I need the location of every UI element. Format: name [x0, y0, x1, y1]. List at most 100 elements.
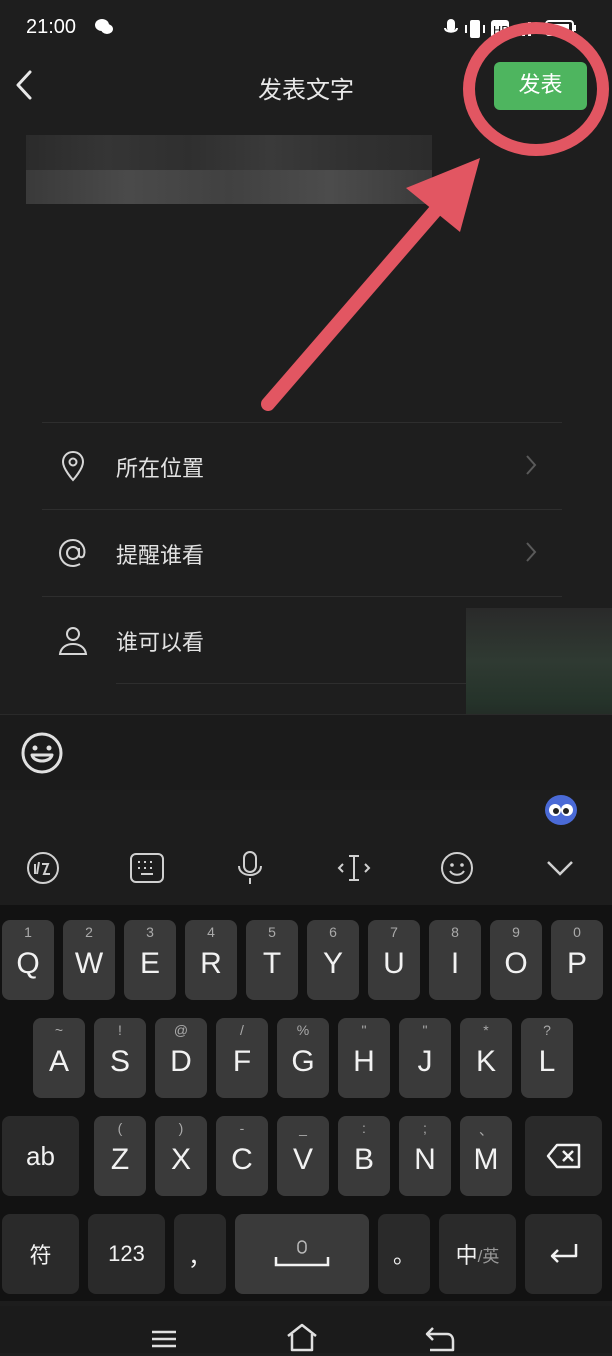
key-hint: ): [178, 1120, 184, 1136]
key-b[interactable]: :B: [338, 1116, 390, 1196]
keyboard-switch-button[interactable]: [112, 832, 182, 904]
key-label: N: [414, 1143, 436, 1176]
space-key[interactable]: [235, 1214, 369, 1294]
option-location[interactable]: 所在位置: [42, 423, 562, 509]
key-s[interactable]: ! S: [94, 1018, 146, 1098]
backspace-icon: [546, 1143, 580, 1169]
key-n[interactable]: ; N: [399, 1116, 451, 1196]
key-hint: @: [173, 1022, 189, 1038]
cursor-button[interactable]: [319, 832, 389, 904]
key-label: B: [353, 1143, 374, 1176]
key-area: 1Q 2W 3E 4R 5T 6Y 7U 8I 9O 0P ~ A ! S @ D /…: [0, 905, 612, 1301]
assistant-icon[interactable]: [544, 794, 578, 830]
chevron-down-icon: [547, 861, 573, 876]
space-mic-icon: [274, 1240, 330, 1267]
menu-icon: [152, 1330, 176, 1348]
voice-input-button[interactable]: [215, 832, 285, 904]
key-c[interactable]: -C: [216, 1116, 268, 1196]
key-p[interactable]: 0P: [551, 920, 603, 1000]
key-hint: ": [361, 1022, 367, 1038]
key-k[interactable]: * K: [460, 1018, 512, 1098]
shift-key[interactable]: ab: [2, 1116, 79, 1196]
microphone-icon: [238, 851, 262, 884]
key-u[interactable]: 7U: [368, 920, 420, 1000]
key-z[interactable]: (Z: [94, 1116, 146, 1196]
chevron-right-icon: [524, 540, 538, 564]
key-label: D: [170, 1045, 192, 1078]
key-hint: !: [118, 1022, 122, 1038]
key-label: A: [48, 1045, 69, 1078]
key-l[interactable]: ? L: [521, 1018, 573, 1098]
symbol-key[interactable]: 符: [2, 1214, 79, 1294]
cursor-icon: [337, 855, 371, 881]
option-visibility-label: 谁可以看: [116, 631, 205, 656]
chevron-right-icon: [524, 453, 538, 477]
key-label: O: [504, 947, 528, 980]
key-y[interactable]: 6Y: [307, 920, 359, 1000]
key-hint: 1: [24, 924, 32, 940]
key-hint: ?: [543, 1022, 551, 1038]
enter-key[interactable]: [525, 1214, 602, 1294]
key-hint: (: [117, 1120, 123, 1136]
option-remind[interactable]: 提醒谁看: [42, 510, 562, 596]
emoji-keyboard-button[interactable]: [422, 832, 492, 904]
key-f[interactable]: / F: [216, 1018, 268, 1098]
backspace-key[interactable]: [525, 1116, 602, 1196]
key-label: Y: [322, 947, 343, 980]
key-label: M: [473, 1143, 499, 1176]
key-label: L: [538, 1045, 556, 1078]
enter-icon: [550, 1244, 577, 1263]
key-label: I: [450, 947, 460, 980]
key-hint: 3: [146, 924, 154, 940]
key-x[interactable]: ) X: [155, 1116, 207, 1196]
key-t[interactable]: 5T: [246, 920, 298, 1000]
key-label: T: [262, 947, 282, 980]
menu-nav-button[interactable]: [150, 1328, 178, 1354]
handwriting-button[interactable]: [8, 832, 78, 904]
key-g[interactable]: % G: [277, 1018, 329, 1098]
number-key[interactable]: 123: [88, 1214, 165, 1294]
home-nav-button[interactable]: [285, 1322, 319, 1356]
key-hint: *: [483, 1022, 489, 1038]
key-o[interactable]: 9O: [490, 920, 542, 1000]
collapse-keyboard-button[interactable]: [525, 832, 595, 904]
key-label: R: [200, 947, 222, 980]
key-hint: 0: [573, 924, 581, 940]
back-arrow-icon: [425, 1327, 455, 1352]
location-pin-icon: [56, 449, 90, 483]
key-e[interactable]: 3E: [124, 920, 176, 1000]
key-label-secondary: /英: [477, 1246, 500, 1266]
key-label: J: [417, 1045, 433, 1078]
key-label: E: [139, 947, 160, 980]
at-sign-icon: [56, 536, 90, 570]
comma-key[interactable]: ，: [174, 1214, 226, 1294]
key-label: U: [383, 947, 405, 980]
period-key[interactable]: 。: [378, 1214, 430, 1294]
compose-toolbar: [0, 714, 612, 791]
key-label: H: [353, 1045, 375, 1078]
back-nav-button[interactable]: [424, 1324, 456, 1356]
option-remind-label: 提醒谁看: [116, 544, 205, 569]
key-r[interactable]: 4R: [185, 920, 237, 1000]
key-label: ab: [26, 1140, 55, 1171]
key-hint: 8: [451, 924, 459, 940]
key-label: X: [170, 1143, 191, 1176]
key-d[interactable]: @ D: [155, 1018, 207, 1098]
key-q[interactable]: 1Q: [2, 920, 54, 1000]
key-hint: :: [362, 1120, 366, 1136]
key-j[interactable]: " J: [399, 1018, 451, 1098]
key-m[interactable]: 、 M: [460, 1116, 512, 1196]
key-v[interactable]: _ V: [277, 1116, 329, 1196]
language-key[interactable]: 中/英: [439, 1214, 516, 1294]
key-hint: ": [422, 1022, 428, 1038]
home-icon: [287, 1323, 317, 1352]
key-h[interactable]: " H: [338, 1018, 390, 1098]
handwriting-icon: [27, 852, 59, 884]
key-label: Z: [110, 1143, 130, 1176]
key-a[interactable]: ~ A: [33, 1018, 85, 1098]
key-i[interactable]: 8I: [429, 920, 481, 1000]
key-label: 123: [108, 1241, 145, 1266]
key-w[interactable]: 2W: [63, 920, 115, 1000]
emoji-button[interactable]: [20, 731, 64, 779]
annotation-circle: [463, 22, 609, 156]
